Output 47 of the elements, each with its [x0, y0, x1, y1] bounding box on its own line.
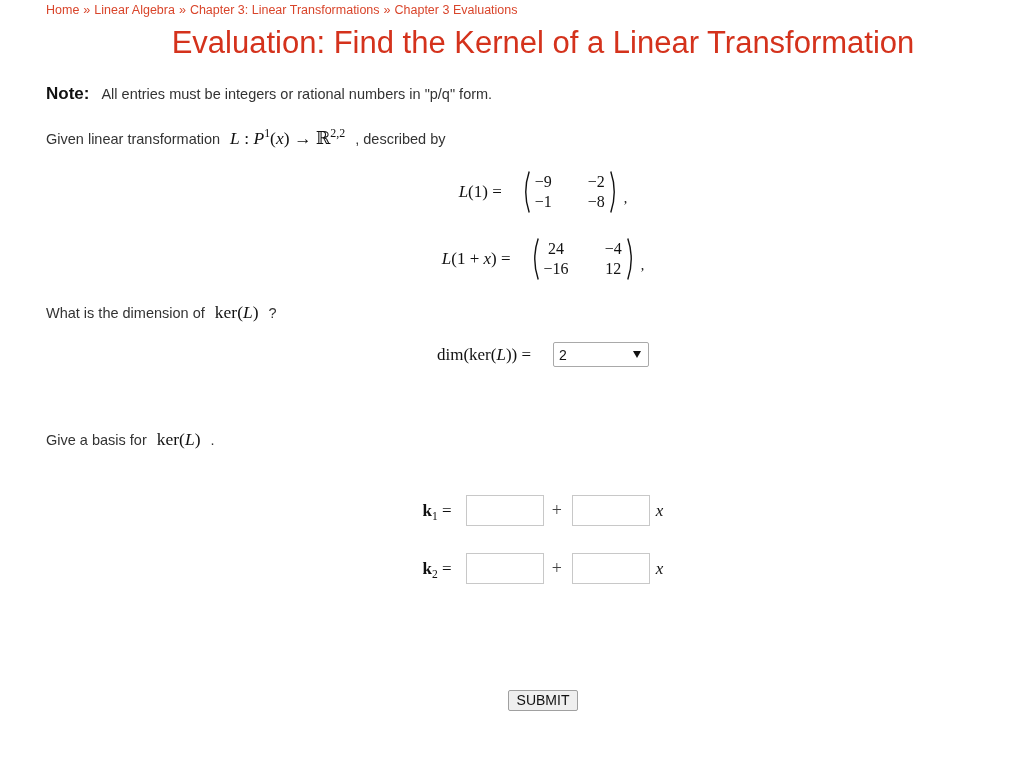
plus-sign: +: [551, 500, 562, 521]
submit-button[interactable]: SUBMIT: [507, 690, 579, 711]
note-label: Note:: [46, 83, 90, 105]
right-parenthesis-icon: [609, 171, 618, 213]
right-parenthesis-icon: [626, 238, 635, 280]
breadcrumb-link[interactable]: Chapter 3: Linear Transformations: [189, 3, 380, 17]
variable-text: x: [655, 500, 664, 521]
matrix-entry: −16: [543, 260, 569, 278]
answer-field[interactable]: [571, 553, 650, 584]
page-title: Evaluation: Find the Kernel of a Linear Transformation: [171, 25, 915, 61]
answer-field[interactable]: [465, 495, 544, 526]
answer-field[interactable]: [571, 495, 650, 526]
variable-text: x: [655, 558, 664, 579]
math-expression: ker(L): [156, 428, 201, 450]
punctuation-text: ,: [640, 258, 645, 275]
matrix-entry: −8: [587, 193, 605, 211]
intro-text: , described by: [355, 130, 446, 149]
question-text: Give a basis for: [46, 431, 147, 450]
intro-text: Given linear transformation: [46, 130, 221, 149]
note-text: All entries must be integers or rational numbers in "p/q" form.: [101, 85, 493, 104]
breadcrumb-link[interactable]: Linear Algebra: [94, 3, 175, 17]
math-expression: L(1 + x) =: [441, 249, 511, 269]
question-text: What is the dimension of: [46, 304, 205, 323]
matrix-entry: −4: [604, 240, 622, 258]
breadcrumb-separator: »: [178, 3, 186, 17]
math-expression: ker(L): [214, 301, 259, 323]
matrix-entry: 12: [604, 260, 622, 278]
breadcrumb-separator: »: [83, 3, 91, 17]
breadcrumb-link[interactable]: Chapter 3 Evaluations: [394, 3, 518, 17]
punctuation-text: ,: [623, 191, 628, 208]
vector-label: k$_{1}$ =: [422, 500, 452, 521]
matrix-entry: −9: [534, 173, 552, 191]
math-expression: L(1) =: [458, 182, 502, 202]
matrix-entry: 24: [547, 240, 566, 258]
breadcrumb-separator: »: [383, 3, 391, 17]
matrix-entry: −1: [534, 193, 552, 211]
math-expression: dim(ker(L)) =: [436, 344, 532, 365]
answer-field[interactable]: [465, 553, 544, 584]
breadcrumb-link[interactable]: Home: [46, 3, 80, 17]
punctuation-text: ?: [268, 304, 277, 323]
caret-icon: [633, 351, 642, 358]
dimension-select[interactable]: 2: [553, 342, 650, 367]
matrix-entry: −2: [587, 173, 605, 191]
punctuation-text: .: [210, 431, 215, 450]
vector-label: k$_{2}$ =: [422, 558, 452, 579]
plus-sign: +: [551, 558, 562, 579]
math-expression: L : P$^{1}$(x) → ℝ$^{2,2}$: [230, 127, 346, 149]
